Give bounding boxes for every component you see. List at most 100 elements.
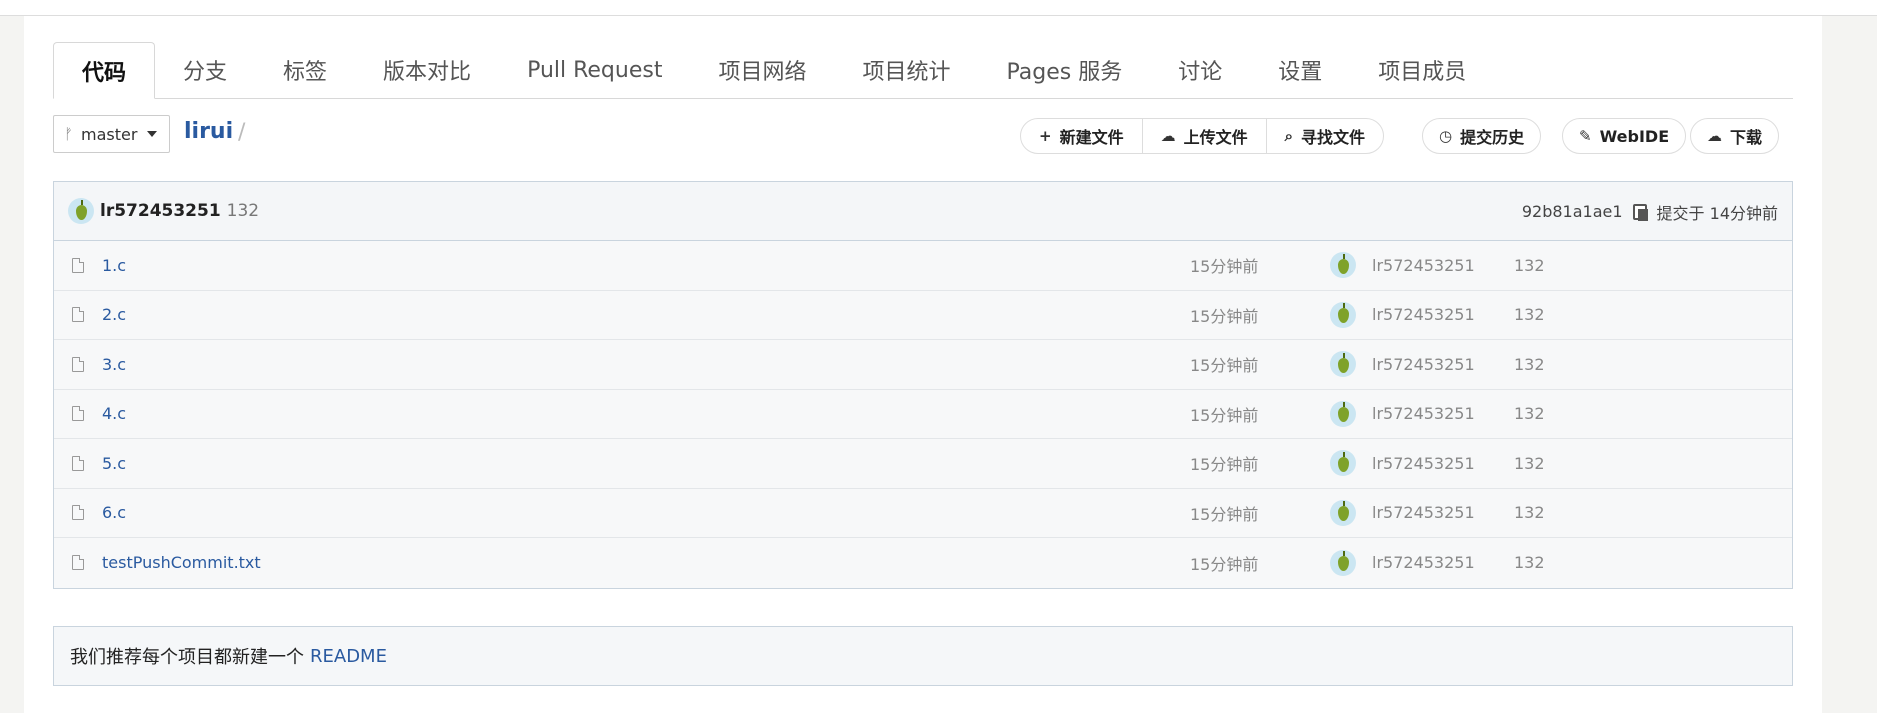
commit-message[interactable]: 132 — [227, 201, 259, 221]
tab-settings[interactable]: 设置 — [1250, 42, 1350, 98]
avatar[interactable] — [1330, 301, 1356, 328]
tab-pull-request[interactable]: Pull Request — [499, 42, 690, 98]
commit-author[interactable]: lr572453251 — [100, 201, 221, 221]
repo-panel: 代码 分支 标签 版本对比 Pull Request 项目网络 项目统计 Pag… — [24, 16, 1822, 713]
readme-notice: 我们推荐每个项目都新建一个 README — [53, 626, 1793, 686]
file-author[interactable]: lr572453251 — [1372, 305, 1475, 324]
upload-file-button[interactable]: ☁ 上传文件 — [1143, 119, 1267, 153]
plus-icon: + — [1039, 127, 1052, 145]
file-author[interactable]: lr572453251 — [1372, 404, 1475, 423]
avatar[interactable] — [1330, 499, 1356, 526]
file-time: 15分钟前 — [1190, 306, 1259, 326]
tab-compare[interactable]: 版本对比 — [355, 42, 499, 98]
download-label: 下载 — [1730, 128, 1763, 147]
avatar[interactable] — [1330, 549, 1356, 576]
avatar[interactable] — [1330, 400, 1356, 427]
file-commit-message[interactable]: 132 — [1514, 404, 1545, 423]
file-author[interactable]: lr572453251 — [1372, 553, 1475, 572]
branch-name: master — [81, 124, 138, 144]
latest-commit-bar: lr572453251 132 92b81a1ae1 提交于 14分钟前 — [54, 182, 1792, 241]
find-file-button[interactable]: ⌕ 寻找文件 — [1267, 119, 1383, 153]
pear-icon — [1337, 551, 1349, 572]
table-row: 6.c 15分钟前 lr572453251 132 — [54, 489, 1792, 538]
pear-icon — [1337, 451, 1349, 472]
table-row: 4.c 15分钟前 lr572453251 132 — [54, 390, 1792, 439]
upload-file-label: 上传文件 — [1183, 128, 1248, 147]
file-name-link[interactable]: 3.c — [102, 355, 126, 374]
file-commit-message[interactable]: 132 — [1514, 454, 1545, 473]
file-icon — [72, 505, 84, 521]
edit-icon: ✎ — [1579, 127, 1592, 145]
branch-selector[interactable]: ᚠ master — [53, 115, 170, 153]
table-row: 5.c 15分钟前 lr572453251 132 — [54, 439, 1792, 489]
clock-icon: ◷ — [1439, 127, 1453, 145]
file-name-link[interactable]: 4.c — [102, 404, 126, 423]
file-author[interactable]: lr572453251 — [1372, 256, 1475, 275]
repo-tabs: 代码 分支 标签 版本对比 Pull Request 项目网络 项目统计 Pag… — [53, 28, 1793, 99]
tab-members[interactable]: 项目成员 — [1350, 42, 1494, 98]
cloud-download-icon: ☁ — [1707, 127, 1722, 145]
cloud-upload-icon: ☁ — [1160, 127, 1176, 145]
avatar[interactable] — [68, 198, 94, 224]
history-label: 提交历史 — [1460, 128, 1525, 147]
file-name-link[interactable]: 1.c — [102, 256, 126, 275]
file-name-link[interactable]: testPushCommit.txt — [102, 553, 261, 572]
file-commit-message[interactable]: 132 — [1514, 305, 1545, 324]
tab-network[interactable]: 项目网络 — [690, 42, 834, 98]
file-time: 15分钟前 — [1190, 554, 1259, 574]
file-commit-message[interactable]: 132 — [1514, 256, 1545, 275]
table-row: 3.c 15分钟前 lr572453251 132 — [54, 340, 1792, 390]
file-author[interactable]: lr572453251 — [1372, 355, 1475, 374]
file-author[interactable]: lr572453251 — [1372, 503, 1475, 522]
readme-text: 我们推荐每个项目都新建一个 — [70, 647, 304, 668]
search-icon: ⌕ — [1284, 127, 1294, 145]
table-row: 2.c 15分钟前 lr572453251 132 — [54, 291, 1792, 340]
pear-icon — [1337, 402, 1349, 423]
chevron-down-icon — [147, 131, 158, 137]
copy-icon[interactable] — [1632, 203, 1648, 221]
pear-icon — [1337, 303, 1349, 324]
file-commit-message[interactable]: 132 — [1514, 553, 1545, 572]
table-row: testPushCommit.txt 15分钟前 lr572453251 132 — [54, 538, 1792, 588]
file-list: lr572453251 132 92b81a1ae1 提交于 14分钟前 1.c… — [53, 181, 1793, 589]
file-actions-group: + 新建文件 ☁ 上传文件 ⌕ 寻找文件 — [1020, 118, 1385, 154]
tab-stats[interactable]: 项目统计 — [834, 42, 978, 98]
tab-pages[interactable]: Pages 服务 — [979, 42, 1151, 98]
pear-icon — [1337, 352, 1349, 373]
tab-tags[interactable]: 标签 — [255, 42, 355, 98]
file-name-link[interactable]: 6.c — [102, 503, 126, 522]
file-icon — [72, 307, 84, 323]
new-file-button[interactable]: + 新建文件 — [1021, 119, 1143, 153]
file-commit-message[interactable]: 132 — [1514, 355, 1545, 374]
tab-code[interactable]: 代码 — [53, 42, 156, 99]
avatar[interactable] — [1330, 252, 1356, 279]
file-time: 15分钟前 — [1190, 257, 1259, 277]
history-button[interactable]: ◷ 提交历史 — [1422, 118, 1542, 154]
file-icon — [72, 455, 84, 471]
commit-time: 提交于 14分钟前 — [1656, 203, 1778, 223]
webide-button[interactable]: ✎ WebIDE — [1562, 118, 1687, 154]
readme-link[interactable]: README — [310, 646, 387, 667]
download-button[interactable]: ☁ 下载 — [1690, 118, 1780, 154]
commit-hash[interactable]: 92b81a1ae1 — [1522, 202, 1623, 221]
file-icon — [72, 257, 84, 273]
branch-icon: ᚠ — [64, 125, 74, 143]
tab-branches[interactable]: 分支 — [155, 42, 255, 98]
pear-icon — [1337, 253, 1349, 274]
file-commit-message[interactable]: 132 — [1514, 503, 1545, 522]
file-author[interactable]: lr572453251 — [1372, 454, 1475, 473]
pear-icon — [75, 199, 87, 220]
find-file-label: 寻找文件 — [1301, 128, 1366, 147]
tab-discussion[interactable]: 讨论 — [1150, 42, 1250, 98]
path-separator: / — [238, 120, 246, 145]
repo-name-link[interactable]: lirui — [184, 119, 233, 144]
avatar[interactable] — [1330, 351, 1356, 378]
file-name-link[interactable]: 5.c — [102, 454, 126, 473]
file-name-link[interactable]: 2.c — [102, 305, 126, 324]
file-time: 15分钟前 — [1190, 356, 1259, 376]
avatar[interactable] — [1330, 450, 1356, 477]
table-row: 1.c 15分钟前 lr572453251 132 — [54, 241, 1792, 291]
commit-meta: 92b81a1ae1 提交于 14分钟前 — [1522, 182, 1778, 241]
file-time: 15分钟前 — [1190, 455, 1259, 475]
file-icon — [72, 555, 84, 571]
